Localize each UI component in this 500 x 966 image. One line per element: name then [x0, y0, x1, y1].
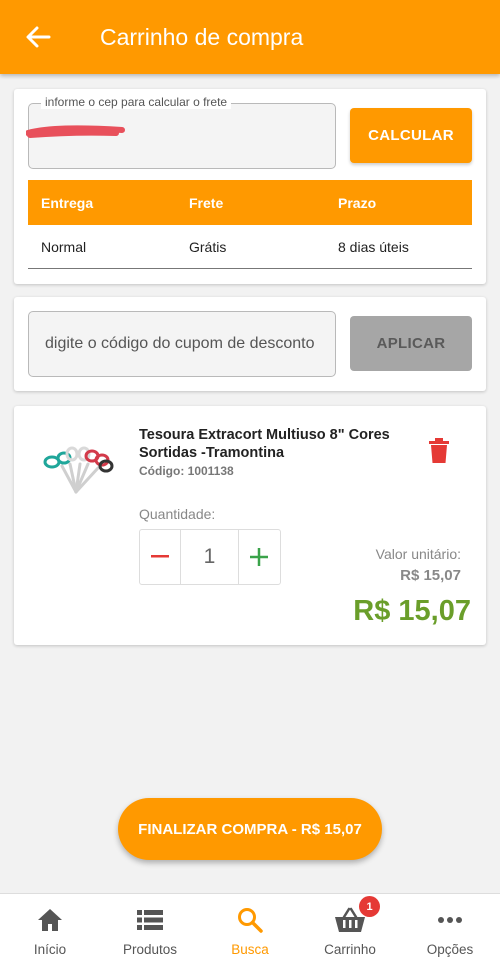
cell-prazo: 8 dias úteis: [338, 238, 409, 255]
item-total-price: R$ 15,07: [353, 595, 471, 627]
shipping-table-header: Entrega Frete Prazo: [28, 180, 472, 225]
unit-price: R$ 15,07: [400, 567, 461, 584]
column-frete: Frete: [189, 194, 224, 211]
increase-quantity-button[interactable]: [239, 530, 280, 584]
product-code: Código: 1001138: [139, 464, 234, 478]
app-bar: Carrinho de compra: [0, 0, 500, 74]
more-icon: [438, 917, 462, 923]
product-image: [43, 446, 114, 494]
nav-item-busca[interactable]: Busca: [200, 894, 300, 966]
nav-label-inicio: Início: [33, 942, 67, 957]
column-prazo: Prazo: [338, 194, 377, 211]
bottom-navigation: Início Produtos Busca 1 Carrinho Opções: [0, 893, 500, 966]
cell-entrega: Normal: [41, 238, 87, 255]
page-title: Carrinho de compra: [100, 23, 304, 50]
home-icon: [38, 909, 62, 931]
finalize-purchase-button[interactable]: FINALIZAR COMPRA - R$ 15,07: [118, 798, 382, 860]
minus-icon: [151, 555, 170, 558]
cep-field-label: informe o cep para calcular o frete: [41, 95, 232, 109]
decrease-quantity-button[interactable]: [140, 530, 182, 584]
product-name[interactable]: Tesoura Extracort Multiuso 8" Cores Sort…: [139, 426, 409, 462]
cart-item-card: Tesoura Extracort Multiuso 8" Cores Sort…: [14, 406, 486, 645]
cell-frete: Grátis: [189, 238, 227, 255]
quantity-stepper: 1: [139, 529, 281, 585]
plus-icon: [250, 548, 269, 566]
delete-icon[interactable]: [428, 438, 450, 464]
nav-item-inicio[interactable]: Início: [0, 894, 100, 966]
list-icon: [137, 910, 163, 930]
unit-price-label: Valor unitário:: [375, 546, 461, 562]
back-button[interactable]: [0, 0, 80, 74]
quantity-label: Quantidade:: [139, 506, 216, 522]
calculate-button[interactable]: CALCULAR: [350, 108, 472, 163]
nav-item-produtos[interactable]: Produtos: [100, 894, 200, 966]
table-row: Normal Grátis 8 dias úteis: [28, 225, 472, 269]
coupon-card: digite o código do cupom de desconto APL…: [14, 297, 486, 391]
cep-input[interactable]: informe o cep para calcular o frete: [26, 95, 336, 169]
coupon-input[interactable]: digite o código do cupom de desconto: [28, 311, 336, 377]
redaction-scribble: [26, 125, 125, 138]
quantity-value[interactable]: 1: [181, 530, 239, 584]
nav-label-opcoes: Opções: [426, 942, 474, 957]
cart-count-badge: 1: [359, 896, 380, 917]
nav-label-busca: Busca: [231, 942, 269, 957]
nav-item-carrinho[interactable]: 1 Carrinho: [300, 894, 400, 966]
nav-item-opcoes[interactable]: Opções: [400, 894, 500, 966]
arrow-back-icon: [26, 26, 51, 48]
nav-label-carrinho: Carrinho: [324, 942, 376, 957]
shipping-card: informe o cep para calcular o frete CALC…: [14, 89, 486, 284]
apply-coupon-button[interactable]: APLICAR: [350, 316, 472, 371]
column-entrega: Entrega: [41, 194, 94, 211]
nav-label-produtos: Produtos: [122, 942, 178, 957]
search-icon: [238, 908, 263, 933]
